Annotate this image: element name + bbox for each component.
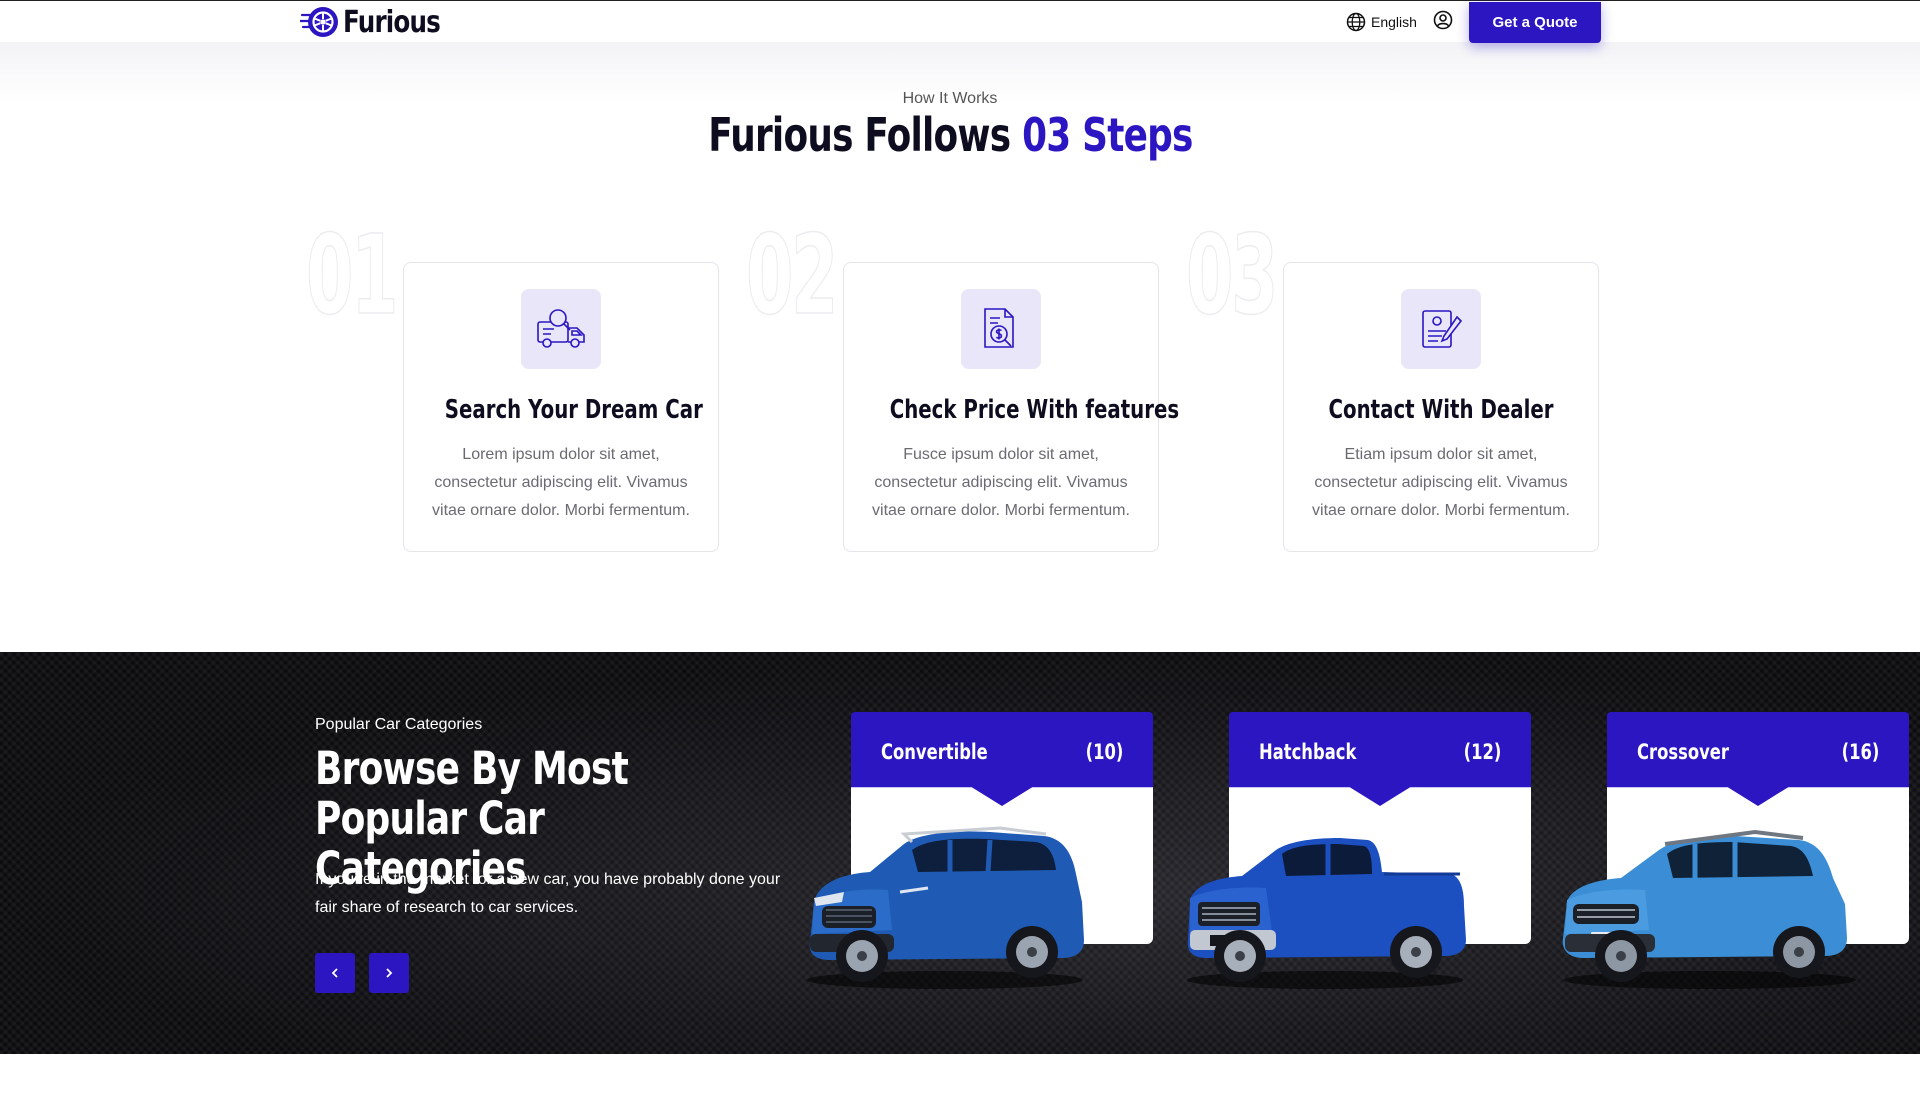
title-main: Furious Follows <box>707 108 1011 162</box>
language-selector[interactable]: English <box>1346 12 1417 32</box>
step-title: Check Price With features <box>889 395 1180 425</box>
prev-slide-button[interactable] <box>315 953 355 993</box>
step-card-box: Contact With Dealer Etiam ipsum dolor si… <box>1283 262 1599 552</box>
category-count: (16) <box>1841 740 1879 764</box>
contract-sign-icon <box>1401 289 1481 369</box>
blue-crossover-image <box>1562 829 1856 989</box>
user-account-icon[interactable] <box>1433 10 1453 35</box>
blue-suv-image <box>807 826 1084 989</box>
next-slide-button[interactable] <box>369 953 409 993</box>
title-accent: 03 Steps <box>1021 108 1193 162</box>
categories-kicker: Popular Car Categories <box>315 716 483 733</box>
globe-icon <box>1346 12 1366 32</box>
how-it-works-kicker: How It Works <box>902 90 998 107</box>
brand-name: Furious <box>343 4 441 40</box>
chevron-left-icon <box>331 968 338 978</box>
step-description: Fusce ipsum dolor sit amet, consectetur … <box>872 446 1130 519</box>
language-label: English <box>1371 14 1417 30</box>
wheel-logo-icon <box>298 5 340 39</box>
categories-description: If you’re in the market for a new car, y… <box>315 871 781 916</box>
step-title: Contact With Dealer <box>1328 395 1554 425</box>
step-card-box: Search Your Dream Car Lorem ipsum dolor … <box>403 262 719 552</box>
get-a-quote-button[interactable]: Get a Quote <box>1469 2 1601 43</box>
step-title: Search Your Dream Car <box>444 395 703 425</box>
step-card-box: Check Price With features Fusce ipsum do… <box>843 262 1180 552</box>
search-truck-icon <box>521 289 601 369</box>
how-it-works-title: Furious Follows 03 Steps <box>0 108 1900 162</box>
step-number: 02 <box>746 211 839 339</box>
step-card-2: 02 Check Price With features Fusce ipsum… <box>746 211 1187 552</box>
popular-categories-section: Popular Car Categories Browse By Most Po… <box>0 652 1920 1054</box>
chevron-right-icon <box>386 968 393 978</box>
category-name: Hatchback <box>1259 740 1357 764</box>
blue-pickup-image <box>1187 838 1466 989</box>
step-card-3: 03 Contact With Dealer Etiam ipsum dolor… <box>1186 211 1627 552</box>
step-card-1: 01 Search Your Dream Car Lorem ipsum dol… <box>306 211 747 552</box>
category-count: (12) <box>1463 740 1501 764</box>
step-description: Etiam ipsum dolor sit amet, consectetur … <box>1312 446 1570 519</box>
step-number: 03 <box>1186 211 1279 339</box>
site-header: Furious English Get a Quote <box>0 0 1920 43</box>
price-document-icon <box>961 289 1041 369</box>
step-description: Lorem ipsum dolor sit amet, consectetur … <box>432 446 690 519</box>
category-name: Convertible <box>881 740 988 764</box>
category-count: (10) <box>1085 740 1123 764</box>
step-number: 01 <box>306 211 399 339</box>
category-name: Crossover <box>1637 740 1729 764</box>
brand-logo[interactable]: Furious <box>298 4 461 40</box>
